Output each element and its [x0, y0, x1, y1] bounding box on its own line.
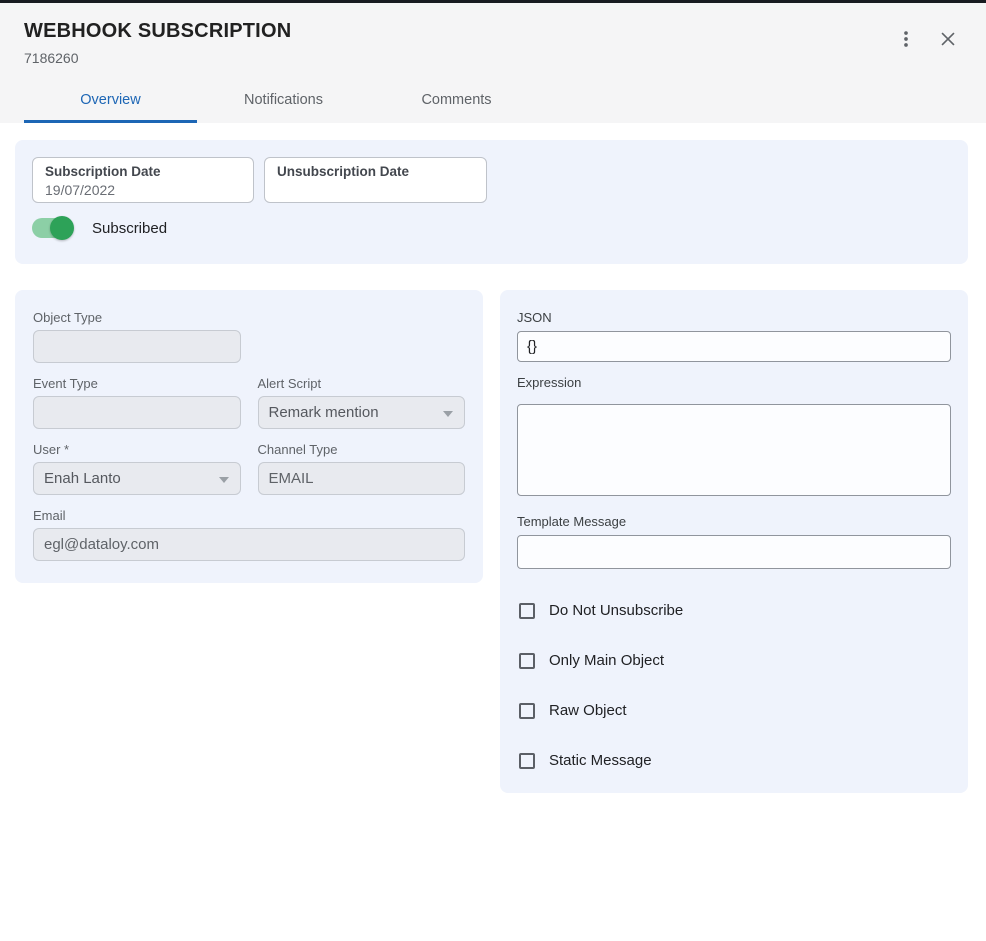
checkbox-row-static-message[interactable]: Static Message [519, 752, 951, 769]
raw-object-checkbox[interactable] [519, 703, 535, 719]
tab-bar: Overview Notifications Comments [24, 79, 986, 123]
tab-notifications[interactable]: Notifications [197, 79, 370, 123]
header-actions [894, 27, 960, 51]
static-message-label: Static Message [549, 752, 652, 769]
template-message-input[interactable] [517, 535, 951, 569]
details-panel: Object Type Event Type Alert Script Rema… [15, 290, 483, 583]
channel-type-label: Channel Type [258, 442, 466, 457]
checkbox-row-raw-object[interactable]: Raw Object [519, 702, 951, 719]
event-type-label: Event Type [33, 376, 241, 391]
tab-comments[interactable]: Comments [370, 79, 543, 123]
raw-object-label: Raw Object [549, 702, 627, 719]
json-label: JSON [517, 310, 951, 325]
subscription-date-field[interactable]: Subscription Date 19/07/2022 [32, 157, 254, 203]
close-button[interactable] [936, 27, 960, 51]
spacer-cell [258, 310, 466, 363]
date-row: Subscription Date 19/07/2022 Unsubscript… [32, 157, 951, 203]
checkbox-section: Do Not Unsubscribe Only Main Object Raw … [517, 602, 951, 769]
checkbox-row-only-main-object[interactable]: Only Main Object [519, 652, 951, 669]
checkbox-row-do-not-unsubscribe[interactable]: Do Not Unsubscribe [519, 602, 951, 619]
email-field [33, 528, 465, 561]
template-message-label: Template Message [517, 514, 951, 529]
object-type-input [33, 330, 241, 363]
expression-textarea[interactable] [517, 404, 951, 496]
close-icon [937, 28, 959, 50]
alert-script-value: Remark mention [269, 404, 379, 421]
unsubscription-date-field[interactable]: Unsubscription Date [264, 157, 487, 203]
event-type-input [33, 396, 241, 429]
alert-script-label: Alert Script [258, 376, 466, 391]
user-value: Enah Lanto [44, 470, 121, 487]
json-input[interactable] [517, 331, 951, 362]
email-group: Email [33, 508, 465, 561]
user-group: User * Enah Lanto [33, 442, 241, 495]
record-id: 7186260 [24, 50, 986, 66]
email-label: Email [33, 508, 465, 523]
object-type-label: Object Type [33, 310, 241, 325]
subscribed-toggle-row: Subscribed [32, 216, 951, 240]
kebab-icon [895, 28, 917, 50]
user-label: User * [33, 442, 241, 457]
expression-group: Expression [517, 375, 951, 501]
kebab-menu-button[interactable] [894, 27, 918, 51]
template-message-group: Template Message [517, 514, 951, 569]
chevron-down-icon [219, 477, 229, 483]
event-type-group: Event Type [33, 376, 241, 429]
object-type-group: Object Type [33, 310, 241, 363]
json-group: JSON [517, 310, 951, 362]
subscription-date-label: Subscription Date [45, 164, 241, 179]
expression-label: Expression [517, 375, 951, 390]
alert-script-group: Alert Script Remark mention [258, 376, 466, 429]
only-main-object-checkbox[interactable] [519, 653, 535, 669]
dialog-header: WEBHOOK SUBSCRIPTION 7186260 Overview No… [0, 3, 986, 123]
page-title: WEBHOOK SUBSCRIPTION [24, 20, 986, 43]
channel-type-input [258, 462, 466, 495]
static-message-checkbox[interactable] [519, 753, 535, 769]
unsubscription-date-label: Unsubscription Date [277, 164, 474, 179]
subscribed-toggle-label: Subscribed [92, 220, 167, 237]
subscription-date-value: 19/07/2022 [45, 182, 241, 198]
alert-script-select: Remark mention [258, 396, 466, 429]
message-panel: JSON Expression Template Message Do Not … [500, 290, 968, 793]
tab-overview[interactable]: Overview [24, 79, 197, 123]
only-main-object-label: Only Main Object [549, 652, 664, 669]
do-not-unsubscribe-checkbox[interactable] [519, 603, 535, 619]
toggle-thumb [50, 216, 74, 240]
subscription-panel: Subscription Date 19/07/2022 Unsubscript… [15, 140, 968, 264]
do-not-unsubscribe-label: Do Not Unsubscribe [549, 602, 683, 619]
user-select: Enah Lanto [33, 462, 241, 495]
chevron-down-icon [443, 411, 453, 417]
unsubscription-date-value [277, 182, 474, 198]
channel-type-group: Channel Type [258, 442, 466, 495]
subscribed-toggle[interactable] [32, 216, 74, 240]
